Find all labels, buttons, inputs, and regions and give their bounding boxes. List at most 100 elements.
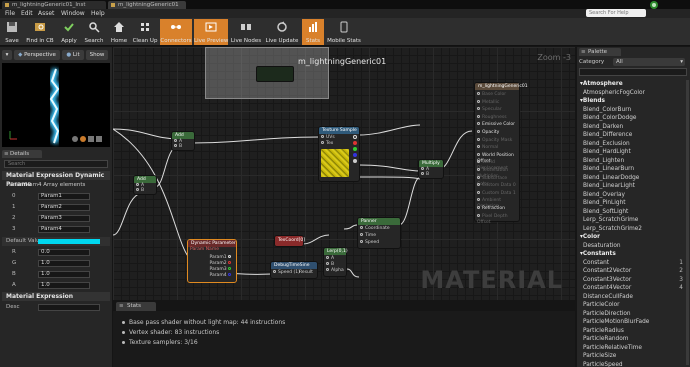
palette-category-header[interactable]: ▾Color xyxy=(579,233,685,242)
apply-button[interactable]: Apply xyxy=(58,19,80,45)
menu-help[interactable]: Help xyxy=(91,9,105,18)
param-value-input[interactable]: Param3 xyxy=(38,215,90,222)
palette-item[interactable]: ParticleSize xyxy=(579,352,685,361)
menu-window[interactable]: Window xyxy=(61,9,85,18)
palette-item[interactable]: Blend_SoftLight xyxy=(579,208,685,217)
result-pin[interactable]: Opacity Mask xyxy=(477,137,512,144)
perspective-button[interactable]: ◆ Perspective xyxy=(14,50,60,60)
details-search-input[interactable]: Search xyxy=(4,160,108,168)
channel-value-input[interactable]: 1.0 xyxy=(38,260,90,267)
desc-input[interactable] xyxy=(38,304,100,311)
palette-item[interactable]: AtmosphericFogColor xyxy=(579,89,685,98)
result-pin[interactable]: Refraction xyxy=(477,206,505,212)
debug-time-sine-node[interactable]: DebugTimeSine Speed (1) Result xyxy=(270,261,318,279)
palette-item[interactable]: Blend_ColorBurn xyxy=(579,106,685,115)
palette-item[interactable]: Constant 1 xyxy=(579,259,685,268)
tab-material-instance[interactable]: m_lightningGeneric01_Inst xyxy=(2,1,106,9)
menu-file[interactable]: File xyxy=(5,9,15,18)
palette-item[interactable]: Blend_PinLight xyxy=(579,199,685,208)
result-pin[interactable]: Pixel Depth Offset xyxy=(477,213,519,226)
palette-item[interactable]: Blend_Difference xyxy=(579,131,685,140)
texcoord-node[interactable]: TexCoord[0] xyxy=(274,235,305,247)
palette-item[interactable]: ParticleRadius xyxy=(579,327,685,336)
lerp-node[interactable]: Lerp(0,1) A B Alpha xyxy=(323,247,348,277)
palette-item[interactable]: Blend_Lighten xyxy=(579,157,685,166)
tab-material[interactable]: m_lightningGeneric01 xyxy=(108,1,186,9)
live-preview-button[interactable]: Live Preview xyxy=(194,19,228,45)
palette-item[interactable]: Desaturation xyxy=(579,242,685,251)
palette-item[interactable]: Constant3Vector 3 xyxy=(579,276,685,285)
result-pin[interactable]: Metallic xyxy=(477,99,499,106)
save-button[interactable]: Save xyxy=(2,19,22,45)
clean-up-button[interactable]: Clean Up xyxy=(131,19,159,45)
connectors-button[interactable]: Connectors xyxy=(160,19,192,45)
preview-sphere-icon[interactable] xyxy=(80,136,86,142)
palette-item[interactable]: Blend_HardLight xyxy=(579,148,685,157)
lit-button[interactable]: ● Lit xyxy=(62,50,84,60)
multiply-node[interactable]: Multiply A B xyxy=(418,159,444,179)
default-color-swatch[interactable] xyxy=(38,239,100,244)
palette-item[interactable]: Blend_Exclusion xyxy=(579,140,685,149)
preview-cylinder-icon[interactable] xyxy=(72,136,78,142)
live-nodes-button[interactable]: Live Nodes xyxy=(230,19,262,45)
dynamic-parameter-section-header[interactable]: Material Expression Dynamic Parame xyxy=(2,171,110,188)
palette-item[interactable]: Lerp_ScratchGrime2 xyxy=(579,225,685,234)
details-tab[interactable]: ≡ Details xyxy=(2,150,42,158)
preview-plane-icon[interactable] xyxy=(88,136,94,142)
material-graph-canvas[interactable]: m_lightningGeneric01 Zoom -3 MATERIAL m_… xyxy=(113,47,575,300)
palette-item[interactable]: ParticleColor xyxy=(579,301,685,310)
material-result-node[interactable]: m_lightningGeneric01 Base Color Metallic S… xyxy=(474,82,528,225)
panner-node[interactable]: Panner Coordinate Time Speed xyxy=(357,217,401,249)
palette-scrollbar[interactable] xyxy=(686,80,689,365)
category-dropdown[interactable]: All ▾ xyxy=(613,58,685,66)
channel-value-input[interactable]: 1.0 xyxy=(38,271,90,278)
result-pin[interactable]: Base Color xyxy=(477,92,506,98)
result-pin[interactable]: Custom Data 0 xyxy=(477,183,516,189)
menu-asset[interactable]: Asset xyxy=(38,9,54,18)
palette-category-header[interactable]: ▾Constants xyxy=(579,250,685,259)
palette-item[interactable]: ParticleRandom xyxy=(579,335,685,344)
search-for-help-input[interactable]: Search For Help xyxy=(586,9,646,17)
palette-category-header[interactable]: ▾Blends xyxy=(579,97,685,106)
palette-item[interactable]: Blend_LinearDodge xyxy=(579,174,685,183)
material-expression-section-header[interactable]: Material Expression xyxy=(2,292,110,301)
find-in-cb-button[interactable]: Find in CB xyxy=(24,19,56,45)
result-pin[interactable]: Opacity xyxy=(477,130,499,136)
palette-item[interactable]: Blend_LinearLight xyxy=(579,182,685,191)
result-pin[interactable]: Specular xyxy=(477,107,502,113)
search-button[interactable]: Search xyxy=(82,19,106,45)
palette-item[interactable]: ParticleRelativeTime xyxy=(579,344,685,353)
add-node[interactable]: Add A B xyxy=(171,131,195,151)
material-preview-viewport[interactable] xyxy=(2,63,110,147)
result-pin[interactable]: Custom Data 1 xyxy=(477,190,516,197)
result-pin[interactable]: Emissive Color xyxy=(477,122,515,128)
show-button[interactable]: Show xyxy=(86,50,108,60)
palette-item[interactable]: Blend_Overlay xyxy=(579,191,685,200)
mobile-stats-button[interactable]: Mobile Stats xyxy=(326,19,362,45)
palette-item[interactable]: Blend_Darken xyxy=(579,123,685,132)
palette-tab[interactable]: ≡ Palette xyxy=(579,48,621,56)
stats-tab[interactable]: ≡ Stats xyxy=(116,302,156,311)
result-pin[interactable]: Roughness xyxy=(477,114,507,121)
dynamic-parameter-node[interactable]: Dynamic Parameter Param Name Param1 Para… xyxy=(187,239,237,283)
palette-item[interactable]: ParticleDirection xyxy=(579,310,685,319)
live-update-button[interactable]: Live Update xyxy=(264,19,300,45)
home-button[interactable]: Home xyxy=(108,19,130,45)
palette-item[interactable]: Blend_ColorDodge xyxy=(579,114,685,123)
menu-edit[interactable]: Edit xyxy=(21,9,33,18)
viewport-options-button[interactable]: ▾ xyxy=(2,50,12,60)
palette-item[interactable]: Lerp_ScratchGrime xyxy=(579,216,685,225)
result-pin[interactable]: Normal xyxy=(477,145,498,151)
palette-item[interactable]: Blend_LinearBurn xyxy=(579,165,685,174)
texture-sample-node[interactable]: Texture Sample UVs Tex xyxy=(318,126,360,182)
param-value-input[interactable]: Param2 xyxy=(38,204,90,211)
palette-item[interactable]: ParticleSpeed xyxy=(579,361,685,367)
palette-item[interactable]: Constant2Vector 2 xyxy=(579,267,685,276)
channel-value-input[interactable]: 0.0 xyxy=(38,249,90,256)
channel-value-input[interactable]: 1.0 xyxy=(38,282,90,289)
add-node[interactable]: Add A B xyxy=(133,175,157,195)
param-value-input[interactable]: Param1 xyxy=(38,193,90,200)
param-value-input[interactable]: Param4 xyxy=(38,226,90,233)
palette-item[interactable]: ParticleMotionBlurFade xyxy=(579,318,685,327)
palette-item[interactable]: DistanceCullFade xyxy=(579,293,685,302)
